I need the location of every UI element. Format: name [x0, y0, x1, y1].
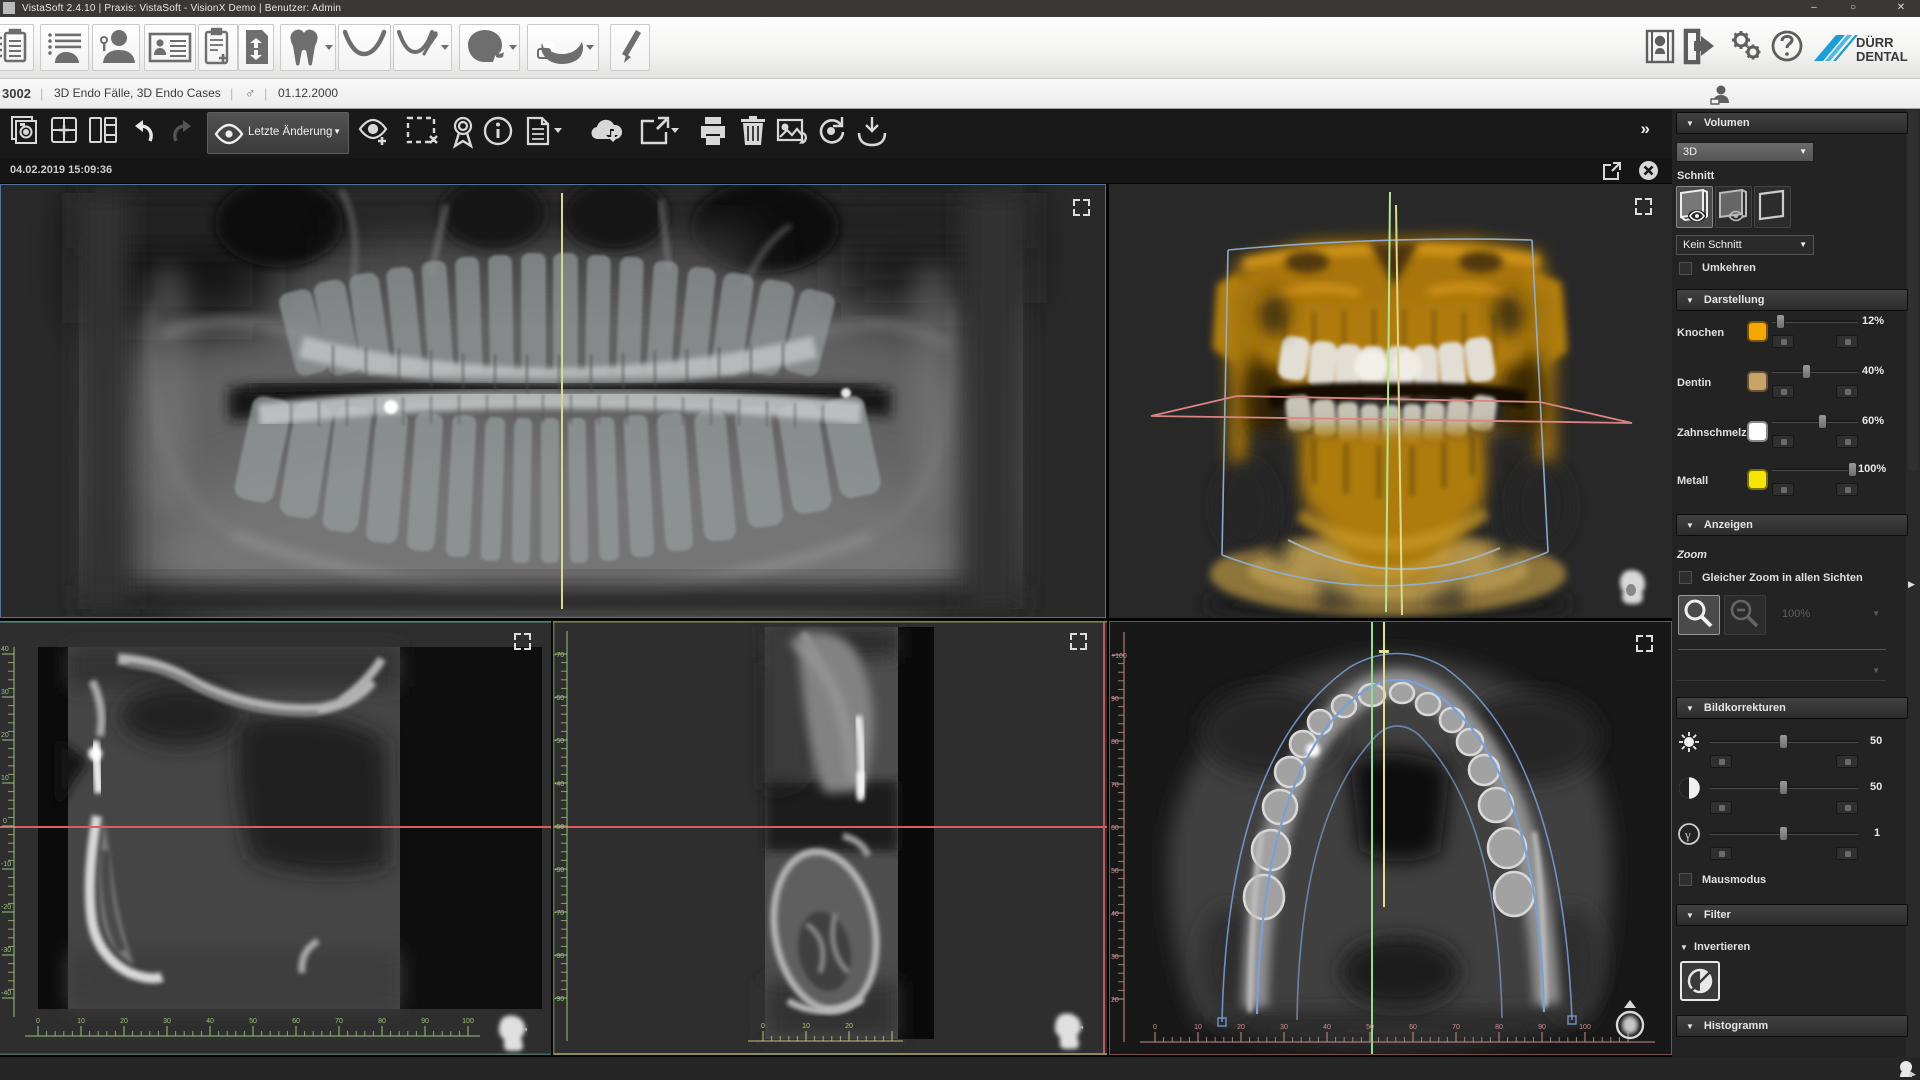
svg-text:-40: -40	[554, 781, 564, 788]
svg-text:-60: -60	[554, 867, 564, 874]
svg-text:0: 0	[1153, 1024, 1157, 1031]
svg-text:30: 30	[163, 1018, 171, 1025]
svg-text:-70: -70	[554, 652, 564, 659]
svg-text:40: 40	[1323, 1024, 1331, 1031]
svg-text:-70: -70	[554, 910, 564, 917]
svg-text:0: 0	[761, 1023, 765, 1030]
svg-text:90: 90	[1538, 1024, 1546, 1031]
svg-text:10: 10	[1, 775, 9, 782]
svg-text:50: 50	[1111, 868, 1119, 875]
svg-text:20: 20	[845, 1023, 853, 1030]
svg-text:70: 70	[335, 1018, 343, 1025]
svg-text:-30: -30	[1, 947, 11, 954]
svg-text:-40: -40	[1, 990, 11, 997]
svg-text:DENTAL: DENTAL	[1856, 49, 1908, 64]
svg-text:80: 80	[1495, 1024, 1503, 1031]
svg-text:50: 50	[249, 1018, 257, 1025]
svg-text:DÜRR: DÜRR	[1856, 35, 1894, 50]
svg-text:20: 20	[120, 1018, 128, 1025]
svg-text:30: 30	[1111, 954, 1119, 961]
svg-text:0: 0	[3, 818, 7, 825]
svg-text:90: 90	[421, 1018, 429, 1025]
svg-text:30: 30	[1280, 1024, 1288, 1031]
svg-text:-10: -10	[1, 861, 11, 868]
svg-text:60: 60	[292, 1018, 300, 1025]
svg-text:70: 70	[1452, 1024, 1460, 1031]
svg-text:-90: -90	[554, 996, 564, 1003]
svg-text:40: 40	[1111, 911, 1119, 918]
svg-text:80: 80	[378, 1018, 386, 1025]
svg-text:10: 10	[802, 1023, 810, 1030]
svg-text:50: 50	[1366, 1024, 1374, 1031]
svg-text:80: 80	[1111, 739, 1119, 746]
svg-text:10: 10	[77, 1018, 85, 1025]
svg-text:90: 90	[1111, 696, 1119, 703]
svg-text:+100: +100	[1111, 653, 1127, 660]
svg-text:0: 0	[36, 1018, 40, 1025]
svg-text:20: 20	[1111, 997, 1119, 1004]
svg-text:-80: -80	[554, 953, 564, 960]
svg-text:-60: -60	[554, 695, 564, 702]
svg-text:60: 60	[1409, 1024, 1417, 1031]
svg-text:60: 60	[1111, 825, 1119, 832]
svg-text:10: 10	[1194, 1024, 1202, 1031]
svg-text:γ: γ	[1684, 827, 1691, 842]
svg-text:-50: -50	[554, 738, 564, 745]
svg-text:-50: -50	[554, 824, 564, 831]
svg-text:100: 100	[462, 1018, 474, 1025]
svg-text:20: 20	[1237, 1024, 1245, 1031]
svg-text:70: 70	[1111, 782, 1119, 789]
svg-text:40: 40	[1, 646, 9, 653]
svg-text:40: 40	[206, 1018, 214, 1025]
svg-text:30: 30	[1, 689, 9, 696]
svg-text:-20: -20	[1, 904, 11, 911]
svg-text:20: 20	[1, 732, 9, 739]
svg-text:100: 100	[1579, 1024, 1591, 1031]
